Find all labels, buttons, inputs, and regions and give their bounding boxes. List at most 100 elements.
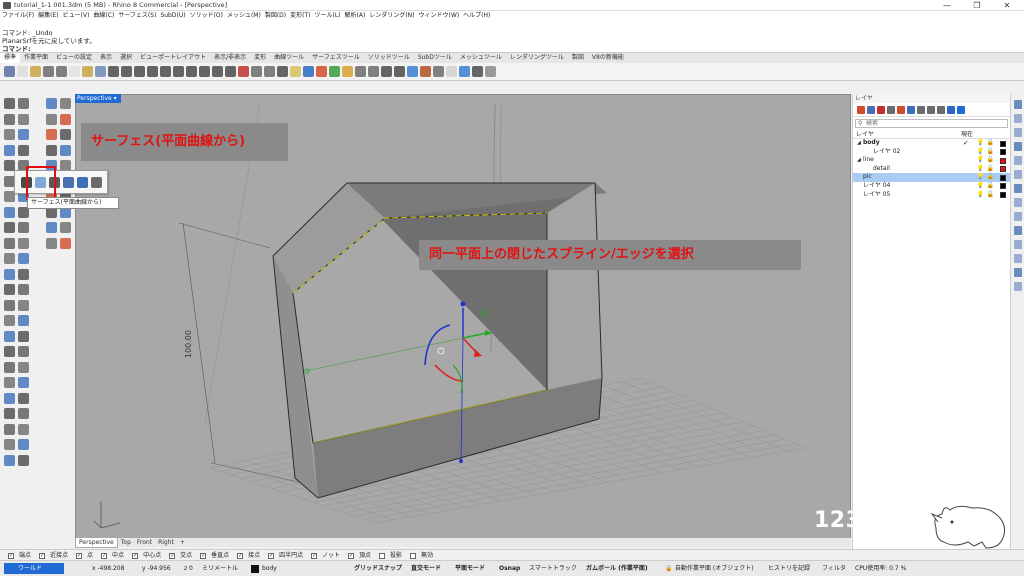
left-tool-icon[interactable] — [4, 144, 15, 156]
layer-tool-icon[interactable] — [907, 106, 915, 114]
toolbar-tab[interactable]: メッシュツール — [456, 53, 506, 63]
toolbar-tab[interactable]: V8の新機能 — [588, 53, 628, 63]
left-tool-icon[interactable] — [18, 377, 29, 388]
viewport-tab[interactable]: Top — [118, 538, 134, 547]
toolbar-tool-icon[interactable] — [121, 66, 132, 77]
layer-color-swatch[interactable] — [1000, 157, 1006, 164]
osnap-checkbox[interactable] — [410, 552, 417, 559]
panel-tab-icon[interactable] — [1014, 240, 1022, 249]
osnap-checkbox[interactable]: ✓ — [39, 552, 46, 559]
left-tool-icon[interactable] — [4, 408, 15, 419]
left-tool-icon[interactable] — [4, 253, 15, 264]
layer-search-input[interactable]: ⚲ 検索 — [855, 119, 1008, 128]
toolbar-tool-icon[interactable] — [69, 66, 80, 77]
osnap-checkbox[interactable]: ✓ — [237, 552, 244, 559]
osnap-checkbox[interactable]: ✓ — [8, 552, 14, 559]
lock-icon[interactable]: 🔓 — [987, 156, 994, 165]
menu-item[interactable]: ビュー(V) — [63, 11, 90, 21]
left-tool-icon[interactable] — [4, 98, 15, 109]
layer-color-swatch[interactable] — [1000, 192, 1006, 199]
panel-tab-icon[interactable] — [1014, 226, 1022, 235]
toolbar-tool-icon[interactable] — [459, 66, 470, 77]
toolbar-tab[interactable]: 標準 — [0, 53, 21, 63]
toolbar-tool-icon[interactable] — [43, 66, 54, 77]
left-tool-icon[interactable] — [60, 129, 71, 140]
toolbar-tab[interactable]: ビューポートレイアウト — [136, 53, 210, 63]
left-tool-icon[interactable] — [4, 284, 15, 295]
left-tool-icon[interactable] — [18, 129, 29, 140]
toolbar-tool-icon[interactable] — [17, 66, 28, 77]
toolbar-tool-icon[interactable] — [446, 66, 457, 77]
osnap-checkbox[interactable]: ✓ — [348, 552, 355, 559]
toolbar-tab[interactable]: 表示 — [96, 53, 116, 63]
left-tool-icon[interactable] — [18, 439, 29, 450]
menu-item[interactable]: 曲線(C) — [93, 11, 114, 21]
panel-tab-icon[interactable] — [1014, 212, 1022, 221]
toolbar-tool-icon[interactable] — [329, 66, 340, 77]
toolbar-tool-icon[interactable] — [355, 66, 366, 77]
toolbar-tool-icon[interactable] — [433, 66, 444, 77]
panel-tab-icon[interactable] — [1014, 170, 1022, 179]
left-tool-icon[interactable] — [18, 237, 29, 249]
toolbar-tab[interactable]: レンダリングツール — [506, 53, 568, 63]
toolbar-tab[interactable]: 作業平面 — [20, 53, 52, 63]
layer-tool-icon[interactable] — [877, 106, 885, 114]
layer-tool-icon[interactable] — [917, 106, 925, 114]
close-button[interactable]: ✕ — [992, 0, 1022, 11]
menu-item[interactable]: レンダリング(N) — [369, 11, 414, 21]
left-tool-icon[interactable] — [46, 144, 57, 156]
left-tool-icon[interactable] — [60, 113, 71, 125]
gumball-toggle[interactable]: ガムボール (作業平面) — [586, 561, 648, 576]
toolbar-tool-icon[interactable] — [381, 66, 392, 77]
osnap-checkbox[interactable]: ✓ — [169, 552, 176, 559]
menu-item[interactable]: ウィンドウ(W) — [419, 11, 460, 21]
panel-tab-icon[interactable] — [1014, 142, 1022, 151]
left-tool-icon[interactable] — [4, 392, 15, 404]
lock-icon[interactable]: 🔓 — [987, 191, 994, 200]
layer-tool-icon[interactable] — [857, 106, 865, 114]
layer-color-swatch[interactable] — [1000, 140, 1006, 147]
toolbar-tab[interactable]: SubDツール — [414, 53, 456, 63]
left-tool-icon[interactable] — [4, 299, 15, 311]
left-side-surface[interactable] — [273, 256, 318, 498]
layer-row[interactable]: ◢ line 💡 🔓 — [853, 156, 1010, 165]
lightbulb-icon[interactable]: 💡 — [977, 182, 984, 191]
left-tool-icon[interactable] — [60, 222, 71, 233]
toolbar-tool-icon[interactable] — [394, 66, 405, 77]
toolbar-tool-icon[interactable] — [82, 66, 93, 77]
toolbar-tab[interactable]: 表示/非表示 — [210, 53, 250, 63]
layer-tool-icon[interactable] — [937, 106, 945, 114]
menu-item[interactable]: 解析(A) — [345, 11, 366, 21]
lightbulb-icon[interactable]: 💡 — [977, 139, 984, 148]
left-tool-icon[interactable] — [18, 330, 29, 342]
left-tool-icon[interactable] — [46, 222, 57, 233]
left-tool-icon[interactable] — [18, 454, 29, 466]
toolbar-tool-icon[interactable] — [30, 66, 41, 77]
ortho-toggle[interactable]: 直交モード — [411, 561, 441, 576]
left-tool-icon[interactable] — [18, 315, 29, 326]
left-tool-icon[interactable] — [18, 144, 29, 156]
left-tool-icon[interactable] — [4, 346, 15, 357]
right-side-surface[interactable] — [547, 183, 602, 390]
layer-color-swatch[interactable] — [1000, 149, 1006, 156]
lightbulb-icon[interactable]: 💡 — [977, 191, 984, 200]
layer-row[interactable]: レイヤ 05 💡 🔓 — [853, 191, 1010, 200]
toolbar-tool-icon[interactable] — [186, 66, 197, 77]
left-tool-icon[interactable] — [4, 129, 15, 140]
osnap-checkbox[interactable]: ✓ — [268, 552, 275, 559]
osnap-checkbox[interactable] — [379, 552, 386, 559]
left-tool-icon[interactable] — [46, 113, 57, 125]
osnap-checkbox[interactable]: ✓ — [101, 552, 108, 559]
command-prompt[interactable]: コマンド: — [2, 45, 1024, 53]
layer-color-swatch[interactable] — [1000, 166, 1006, 173]
left-tool-icon[interactable] — [18, 392, 29, 404]
left-tool-icon[interactable] — [4, 454, 15, 466]
toolbar-tool-icon[interactable] — [251, 66, 262, 77]
toolbar-tool-icon[interactable] — [238, 66, 249, 77]
left-tool-icon[interactable] — [18, 268, 29, 280]
toolbar-tool-icon[interactable] — [225, 66, 236, 77]
toolbar-tool-icon[interactable] — [316, 66, 327, 77]
layer-color-swatch[interactable] — [1000, 174, 1006, 181]
panel-tab-icon[interactable] — [1014, 282, 1022, 291]
viewport-tab[interactable]: Perspective — [75, 538, 118, 548]
